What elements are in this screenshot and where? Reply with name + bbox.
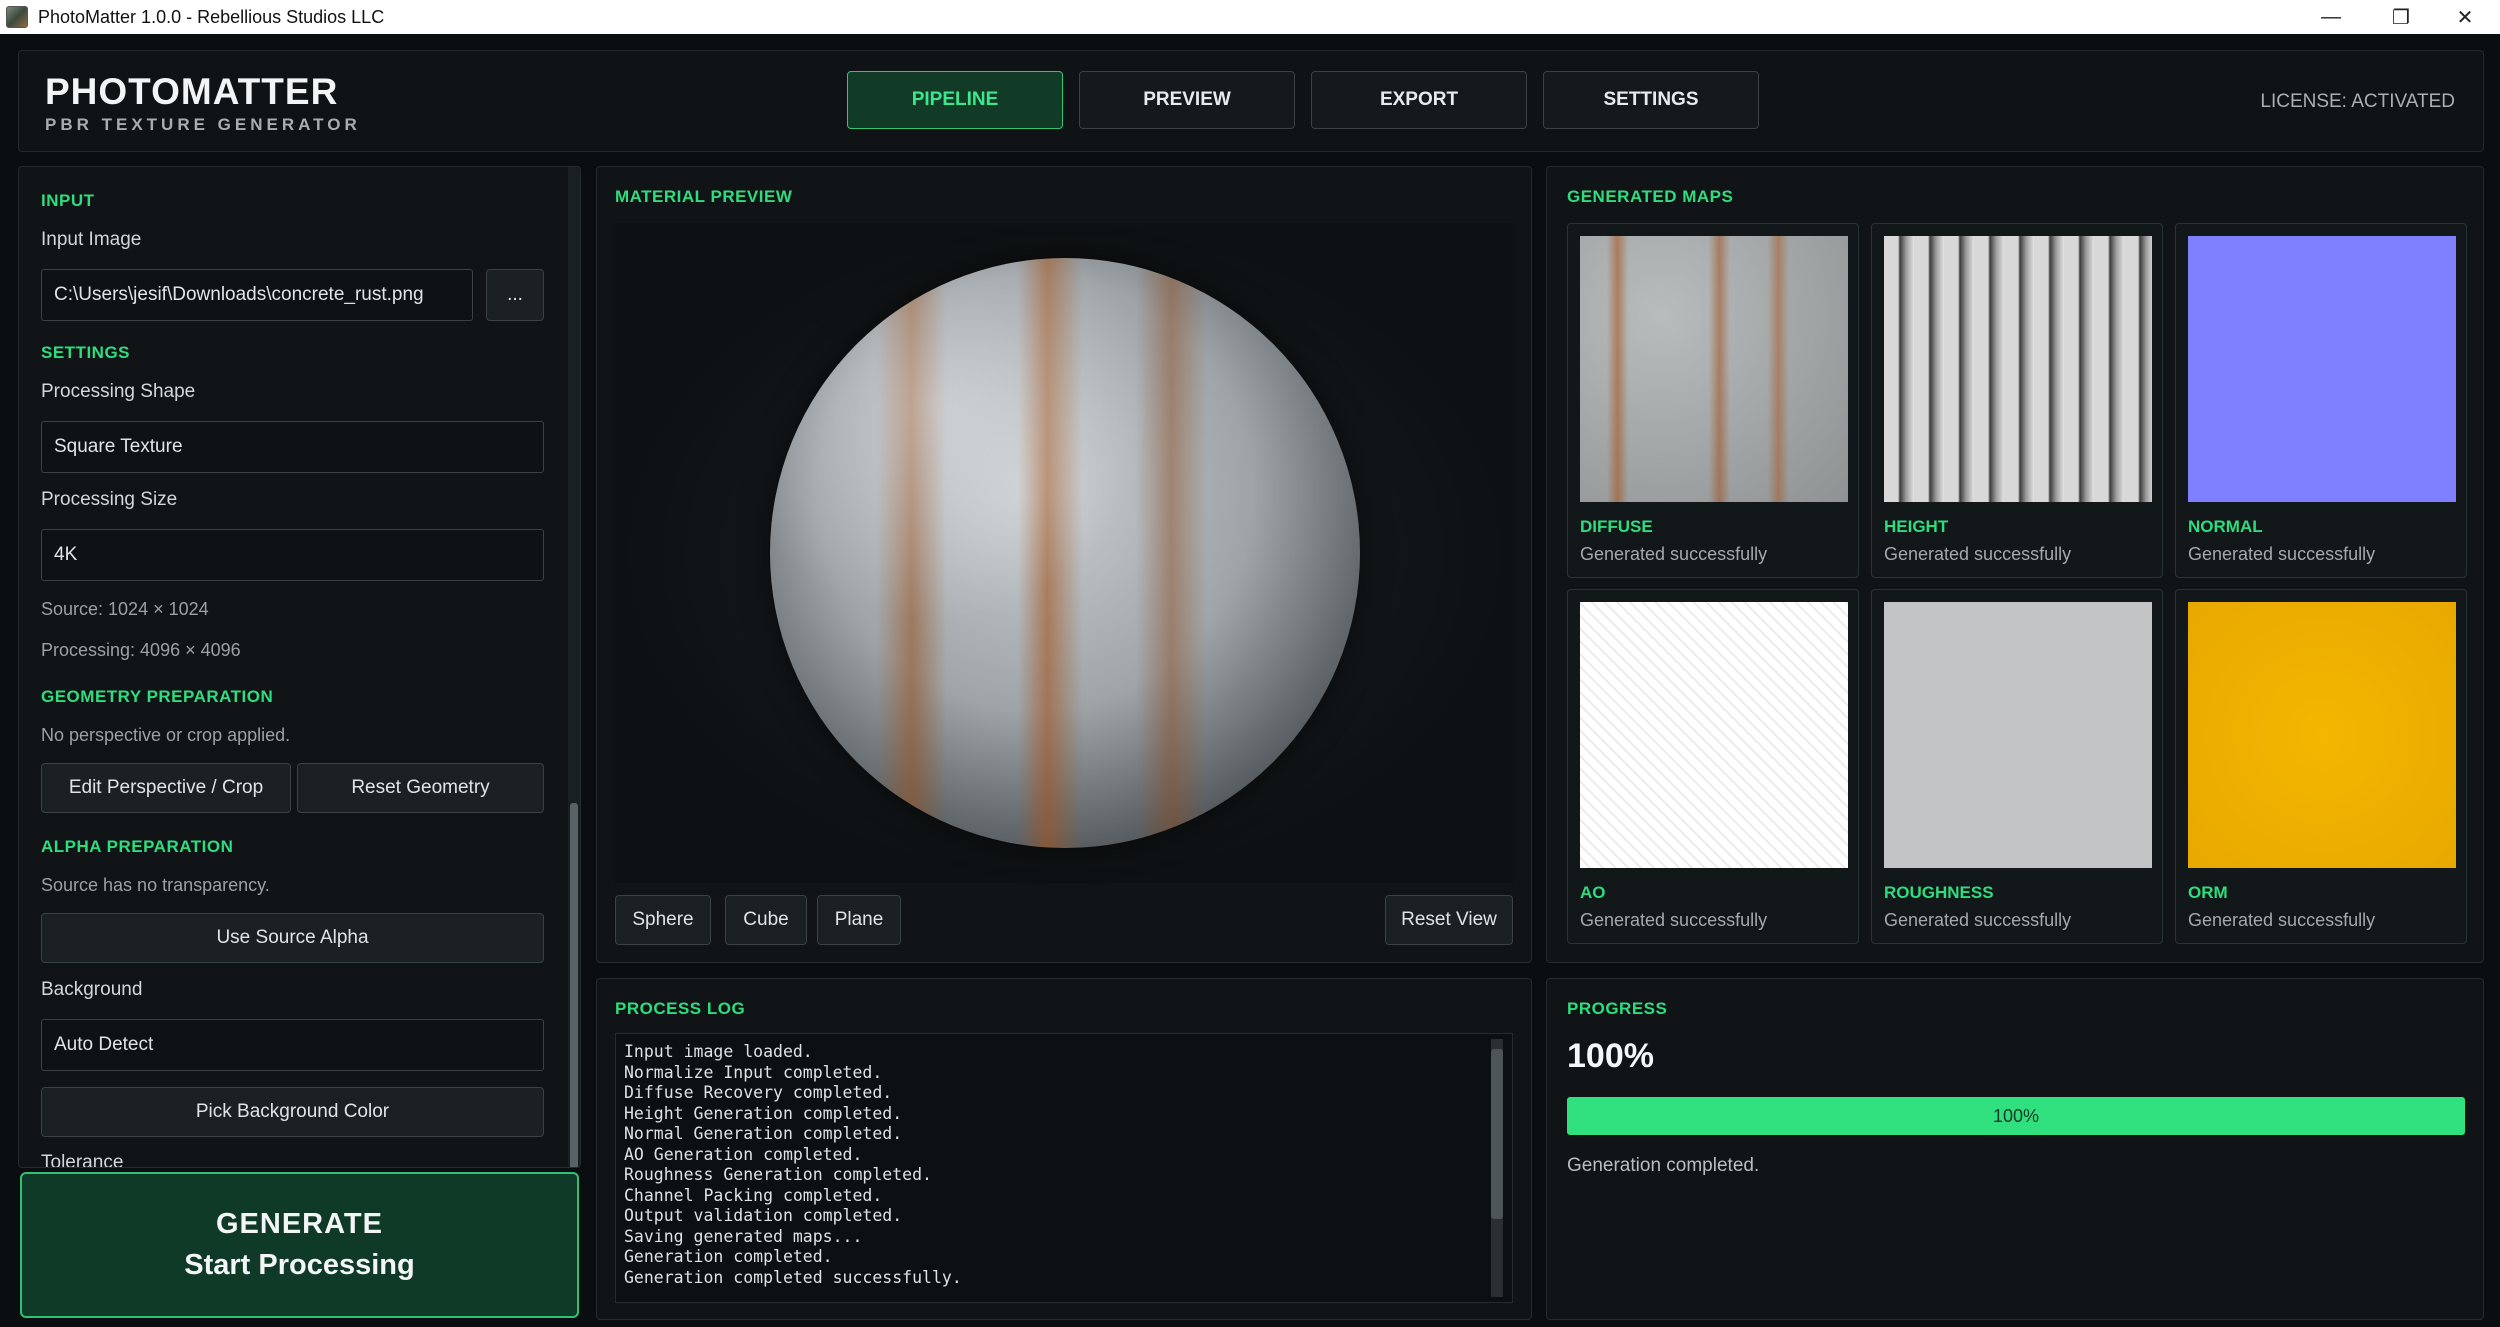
log-line: AO Generation completed. bbox=[624, 1144, 863, 1164]
log-line: Height Generation completed. bbox=[624, 1103, 903, 1123]
use-source-alpha-button[interactable]: Use Source Alpha bbox=[41, 913, 544, 963]
map-card-ao[interactable]: AO Generated successfully bbox=[1567, 589, 1859, 944]
map-name: NORMAL bbox=[2188, 517, 2263, 536]
brand-subtitle: PBR TEXTURE GENERATOR bbox=[45, 115, 361, 134]
log-line: Normal Generation completed. bbox=[624, 1124, 903, 1143]
log-line: Generation completed successfully. bbox=[624, 1267, 962, 1287]
input-section-title: INPUT bbox=[41, 191, 95, 210]
generate-label: GENERATE bbox=[216, 1208, 383, 1240]
preview-sphere bbox=[770, 258, 1360, 848]
progress-bar: 100% bbox=[1567, 1097, 2465, 1135]
progress-title: PROGRESS bbox=[1567, 999, 1668, 1018]
sidebar-scrollbar-thumb[interactable] bbox=[570, 803, 578, 1167]
license-status: LICENSE: ACTIVATED bbox=[2260, 91, 2455, 112]
log-line: Saving generated maps... bbox=[624, 1226, 863, 1246]
generated-maps-title: GENERATED MAPS bbox=[1567, 187, 1734, 206]
reset-view-button[interactable]: Reset View bbox=[1385, 895, 1513, 945]
geometry-status: No perspective or crop applied. bbox=[41, 725, 291, 745]
map-card-roughness[interactable]: ROUGHNESS Generated successfully bbox=[1871, 589, 2163, 944]
map-status: Generated successfully bbox=[2188, 910, 2376, 930]
preview-viewport[interactable] bbox=[615, 223, 1513, 883]
minimize-icon[interactable]: — bbox=[2296, 0, 2366, 34]
map-status: Generated successfully bbox=[1580, 910, 1768, 930]
map-name: ROUGHNESS bbox=[1884, 883, 1994, 902]
processing-size-label: Processing Size bbox=[41, 489, 178, 510]
window-titlebar: PhotoMatter 1.0.0 - Rebellious Studios L… bbox=[0, 0, 2500, 34]
settings-section-title: SETTINGS bbox=[41, 343, 131, 362]
map-name: DIFFUSE bbox=[1580, 517, 1653, 536]
log-line: Roughness Generation completed. bbox=[624, 1165, 932, 1184]
map-card-diffuse[interactable]: DIFFUSE Generated successfully bbox=[1567, 223, 1859, 578]
progress-status: Generation completed. bbox=[1567, 1155, 1760, 1176]
source-size-info: Source: 1024 × 1024 bbox=[41, 599, 209, 619]
log-line: Channel Packing completed. bbox=[624, 1185, 883, 1205]
cube-button[interactable]: Cube bbox=[725, 895, 807, 945]
geometry-section-title: GEOMETRY PREPARATION bbox=[41, 687, 274, 706]
edit-perspective-button[interactable]: Edit Perspective / Crop bbox=[41, 763, 291, 813]
processing-shape-label: Processing Shape bbox=[41, 381, 196, 402]
tab-pipeline[interactable]: PIPELINE bbox=[847, 71, 1063, 129]
processing-size-select[interactable]: 4K bbox=[41, 529, 544, 581]
progress-percent: 100% bbox=[1567, 1037, 1654, 1075]
map-name: AO bbox=[1580, 883, 1606, 902]
input-path-field[interactable]: C:\Users\jesif\Downloads\concrete_rust.p… bbox=[41, 269, 473, 321]
log-line: Output validation completed. bbox=[624, 1206, 903, 1225]
log-line: Input image loaded. bbox=[624, 1042, 813, 1061]
plane-button[interactable]: Plane bbox=[817, 895, 901, 945]
height-map-thumbnail bbox=[1884, 236, 2152, 502]
processing-size-info: Processing: 4096 × 4096 bbox=[41, 640, 241, 660]
background-select[interactable]: Auto Detect bbox=[41, 1019, 544, 1071]
map-status: Generated successfully bbox=[1884, 910, 2072, 930]
tab-preview[interactable]: PREVIEW bbox=[1079, 71, 1295, 129]
close-icon[interactable]: ✕ bbox=[2430, 0, 2500, 34]
process-log-panel: PROCESS LOG Input image loaded. Normaliz… bbox=[596, 978, 1532, 1320]
orm-map-thumbnail bbox=[2188, 602, 2456, 868]
processing-shape-select[interactable]: Square Texture bbox=[41, 421, 544, 473]
tab-export[interactable]: EXPORT bbox=[1311, 71, 1527, 129]
tolerance-label: Tolerance bbox=[41, 1152, 124, 1168]
alpha-section-title: ALPHA PREPARATION bbox=[41, 837, 234, 856]
log-scrollbar-thumb[interactable] bbox=[1491, 1049, 1503, 1219]
process-log-text[interactable]: Input image loaded. Normalize Input comp… bbox=[615, 1033, 1513, 1303]
tab-settings[interactable]: SETTINGS bbox=[1543, 71, 1759, 129]
map-card-normal[interactable]: NORMAL Generated successfully bbox=[2175, 223, 2467, 578]
alpha-status: Source has no transparency. bbox=[41, 875, 270, 895]
app-icon bbox=[6, 6, 28, 28]
app-header: PHOTOMATTER PBR TEXTURE GENERATOR PIPELI… bbox=[18, 50, 2484, 152]
roughness-map-thumbnail bbox=[1884, 602, 2152, 868]
map-card-orm[interactable]: ORM Generated successfully bbox=[2175, 589, 2467, 944]
diffuse-map-thumbnail bbox=[1580, 236, 1848, 502]
map-card-height[interactable]: HEIGHT Generated successfully bbox=[1871, 223, 2163, 578]
generate-sublabel: Start Processing bbox=[184, 1249, 415, 1281]
generated-maps-panel: GENERATED MAPS DIFFUSE Generated success… bbox=[1546, 166, 2484, 963]
progress-bar-label: 100% bbox=[1992, 1105, 2040, 1126]
material-preview-title: MATERIAL PREVIEW bbox=[615, 187, 793, 206]
sphere-button[interactable]: Sphere bbox=[615, 895, 711, 945]
generate-button[interactable]: GENERATE Start Processing bbox=[20, 1172, 579, 1318]
progress-panel: PROGRESS 100% 100% Generation completed. bbox=[1546, 978, 2484, 1320]
material-preview-panel: MATERIAL PREVIEW Sphere Cube Plane Reset… bbox=[596, 166, 1532, 963]
pipeline-sidebar: INPUT Input Image C:\Users\jesif\Downloa… bbox=[18, 166, 581, 1168]
map-name: ORM bbox=[2188, 883, 2228, 902]
reset-geometry-button[interactable]: Reset Geometry bbox=[297, 763, 544, 813]
browse-button[interactable]: ... bbox=[486, 269, 544, 321]
log-line: Generation completed. bbox=[624, 1247, 833, 1266]
input-image-label: Input Image bbox=[41, 229, 142, 250]
map-status: Generated successfully bbox=[1884, 544, 2072, 564]
map-name: HEIGHT bbox=[1884, 517, 1949, 536]
window-title: PhotoMatter 1.0.0 - Rebellious Studios L… bbox=[38, 6, 385, 27]
brand: PHOTOMATTER PBR TEXTURE GENERATOR bbox=[45, 71, 361, 135]
log-line: Normalize Input completed. bbox=[624, 1062, 883, 1082]
map-status: Generated successfully bbox=[2188, 544, 2376, 564]
pick-background-color-button[interactable]: Pick Background Color bbox=[41, 1087, 544, 1137]
background-label: Background bbox=[41, 979, 143, 1000]
log-line: Diffuse Recovery completed. bbox=[624, 1083, 893, 1102]
normal-map-thumbnail bbox=[2188, 236, 2456, 502]
ao-map-thumbnail bbox=[1580, 602, 1848, 868]
brand-name: PHOTOMATTER bbox=[45, 71, 339, 112]
process-log-title: PROCESS LOG bbox=[615, 999, 746, 1018]
map-status: Generated successfully bbox=[1580, 544, 1768, 564]
restore-icon[interactable]: ❐ bbox=[2366, 0, 2436, 34]
